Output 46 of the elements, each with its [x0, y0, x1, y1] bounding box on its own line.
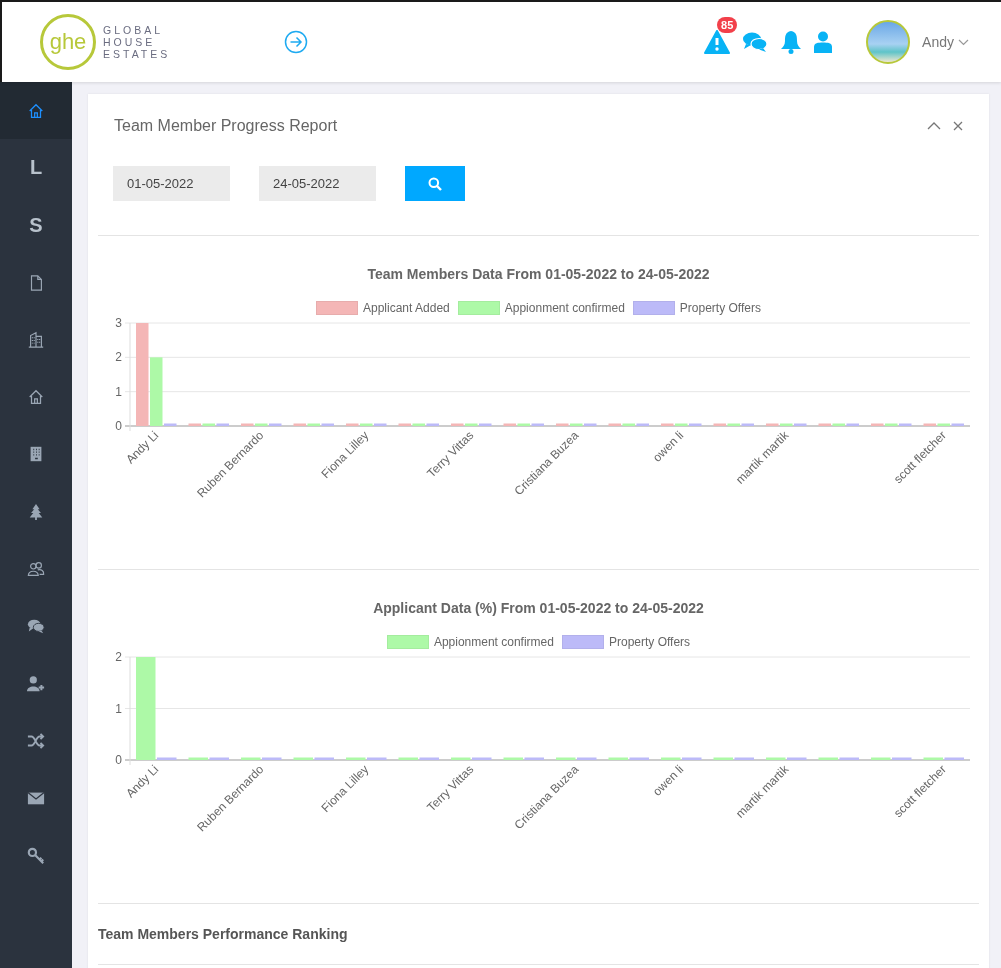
shuffle-icon [27, 731, 45, 750]
bell-icon[interactable] [780, 30, 803, 54]
chart-title: Applicant Data (%) From 01-05-2022 to 24-05-2022 [372, 599, 705, 618]
user-icon[interactable] [814, 31, 833, 53]
arrow-circle-icon[interactable] [284, 30, 309, 54]
chat-icon [27, 617, 45, 636]
y-tick-label: 2 [115, 650, 122, 664]
legend-item[interactable]: Appionment confirmed [386, 635, 554, 649]
search-icon [428, 176, 442, 191]
home-icon [27, 101, 45, 120]
date-from-field[interactable]: 01-05-2022 [113, 166, 230, 201]
y-tick-label: 3 [115, 316, 122, 330]
key-icon [27, 846, 45, 865]
sidebar-item[interactable]: L [0, 139, 72, 197]
chart-title: Team Members Data From 01-05-2022 to 24-05-2022 [366, 265, 711, 284]
y-tick-label: 0 [115, 753, 122, 767]
user-plus-icon [27, 674, 45, 693]
logo-text: HOUSE [103, 36, 157, 48]
caret-icon [958, 38, 969, 46]
y-tick-label: 0 [115, 419, 122, 433]
collapse-icon[interactable] [927, 121, 941, 131]
logo-text: ESTATES [103, 48, 171, 60]
logo-text: GLOBAL [103, 24, 165, 36]
legend-item[interactable]: Applicant Added [316, 301, 450, 315]
close-icon[interactable] [953, 121, 963, 131]
users-icon [27, 560, 45, 578]
logo-mark: ghe [40, 14, 96, 70]
building-icon [27, 330, 45, 349]
y-tick-label: 2 [115, 350, 122, 365]
date-to-field[interactable]: 24-05-2022 [259, 166, 376, 201]
y-tick-label: 1 [115, 701, 122, 716]
avatar-photo-placeholder[interactable] [866, 20, 911, 64]
legend-item[interactable]: Property Offers [561, 635, 691, 649]
warning-icon[interactable] [704, 30, 731, 54]
search-button[interactable] [405, 166, 465, 201]
legend-item[interactable]: Appionment confirmed [457, 301, 625, 315]
notification-badge: 85 [717, 17, 738, 33]
y-tick-label: 1 [115, 384, 122, 399]
home-icon [27, 388, 45, 407]
chat-icon[interactable] [742, 31, 769, 53]
section-heading: Team Members Performance Ranking [98, 904, 979, 965]
sidebar-item[interactable]: S [0, 196, 72, 254]
tree-icon [27, 502, 45, 521]
user-menu[interactable]: Andy [922, 34, 969, 50]
card-title: Team Member Progress Report [114, 117, 338, 135]
legend-item[interactable]: Property Offers [632, 301, 761, 315]
